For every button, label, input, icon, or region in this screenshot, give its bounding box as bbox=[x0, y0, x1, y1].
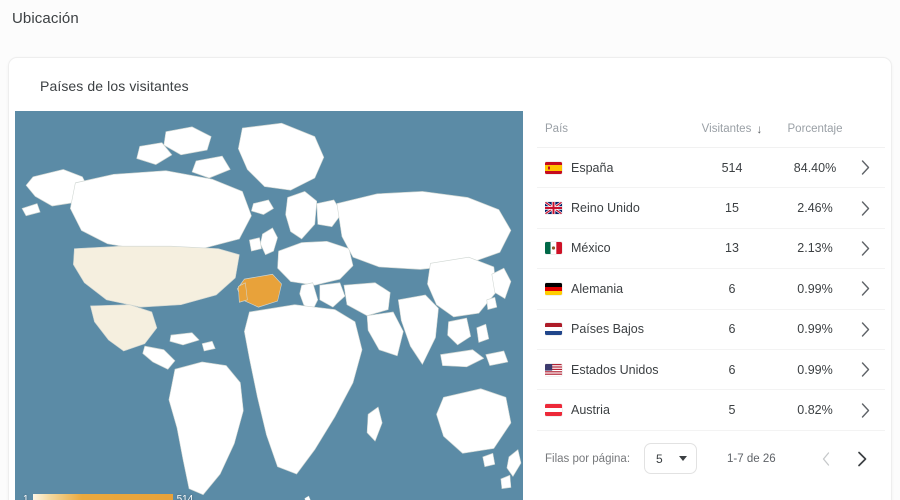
country-name: México bbox=[571, 241, 611, 256]
chevron-right-icon bbox=[861, 402, 870, 418]
world-map-svg bbox=[15, 111, 523, 500]
table-row[interactable]: Estados Unidos 6 0.99% bbox=[537, 350, 885, 391]
page-title: Ubicación bbox=[12, 10, 79, 27]
chevron-right-icon bbox=[861, 160, 870, 175]
map-legend: 1 514 bbox=[23, 494, 193, 500]
chevron-right-icon bbox=[861, 241, 870, 256]
location-page: Ubicación Países de los visitantes 1 514… bbox=[0, 0, 900, 500]
column-header-percentage[interactable]: Porcentaje bbox=[775, 123, 855, 135]
country-name: Austria bbox=[571, 403, 610, 418]
visitors-value: 6 bbox=[728, 362, 736, 377]
country-cell: Reino Unido bbox=[545, 201, 689, 215]
country-cell: México bbox=[545, 241, 689, 255]
sort-descending-icon: ↓ bbox=[756, 122, 763, 136]
world-map[interactable]: 1 514 bbox=[15, 111, 523, 500]
percentage-value: 84.40% bbox=[793, 160, 837, 175]
table-row[interactable]: México 13 2.13% bbox=[537, 229, 885, 270]
visitor-countries-card: Países de los visitantes 1 514 País Visi… bbox=[8, 57, 892, 500]
visitors-value: 5 bbox=[728, 403, 736, 418]
row-detail-link[interactable] bbox=[855, 402, 885, 418]
percentage-value: 0.99% bbox=[797, 281, 833, 296]
flag-us-icon bbox=[545, 363, 562, 376]
row-detail-link[interactable] bbox=[855, 160, 885, 175]
percentage-value: 0.99% bbox=[797, 362, 833, 377]
visitors-value: 6 bbox=[728, 322, 736, 337]
flag-de-icon bbox=[545, 282, 562, 295]
column-header-visitors-label: Visitantes bbox=[701, 123, 752, 135]
chevron-right-icon bbox=[861, 322, 870, 337]
row-detail-link[interactable] bbox=[855, 200, 885, 216]
country-cell: Estados Unidos bbox=[545, 363, 689, 377]
flag-es-icon bbox=[545, 161, 562, 174]
flag-mx-icon bbox=[545, 242, 562, 255]
rows-per-page-value: 5 bbox=[656, 451, 663, 466]
pagination-range-label: 1-7 de 26 bbox=[727, 452, 776, 465]
row-detail-link[interactable] bbox=[855, 241, 885, 256]
column-header-country[interactable]: País bbox=[545, 123, 689, 135]
chevron-right-icon bbox=[861, 200, 870, 216]
chevron-right-icon bbox=[861, 362, 870, 377]
previous-page-button[interactable] bbox=[812, 445, 840, 473]
row-detail-link[interactable] bbox=[855, 322, 885, 337]
country-name: Reino Unido bbox=[571, 201, 640, 216]
chevron-right-icon bbox=[857, 451, 866, 467]
percentage-value: 0.99% bbox=[797, 322, 833, 337]
flag-gb-icon bbox=[545, 202, 562, 215]
next-page-button[interactable] bbox=[848, 445, 876, 473]
card-title: Países de los visitantes bbox=[40, 78, 189, 94]
legend-min-label: 1 bbox=[23, 494, 29, 500]
percentage-value: 0.82% bbox=[797, 403, 833, 418]
chevron-right-icon bbox=[861, 281, 870, 297]
visitors-value: 6 bbox=[728, 281, 736, 296]
countries-table: País Visitantes ↓ Porcentaje España 514 … bbox=[537, 111, 885, 487]
column-header-visitors[interactable]: Visitantes ↓ bbox=[689, 123, 775, 135]
visitors-value: 514 bbox=[721, 160, 743, 175]
country-cell: España bbox=[545, 161, 689, 175]
visitors-value: 13 bbox=[725, 241, 739, 256]
country-cell: Alemania bbox=[545, 282, 689, 296]
country-name: España bbox=[571, 160, 614, 175]
country-cell: Países Bajos bbox=[545, 322, 689, 336]
percentage-value: 2.46% bbox=[797, 201, 833, 216]
row-detail-link[interactable] bbox=[855, 362, 885, 377]
country-name: Alemania bbox=[571, 281, 624, 296]
table-row[interactable]: Alemania 6 0.99% bbox=[537, 269, 885, 310]
flag-nl-icon bbox=[545, 323, 562, 336]
chevron-left-icon bbox=[822, 452, 829, 466]
legend-max-label: 514 bbox=[176, 494, 194, 500]
row-detail-link[interactable] bbox=[855, 281, 885, 297]
table-row[interactable]: Países Bajos 6 0.99% bbox=[537, 310, 885, 350]
country-name: Estados Unidos bbox=[571, 362, 659, 377]
table-row[interactable]: Reino Unido 15 2.46% bbox=[537, 188, 885, 229]
pagination-bar: Filas por página: 5 1-7 de 26 bbox=[537, 431, 885, 487]
country-name: Países Bajos bbox=[571, 322, 644, 337]
flag-at-icon bbox=[545, 404, 562, 417]
legend-gradient-bar bbox=[32, 494, 173, 500]
table-row[interactable]: Austria 5 0.82% bbox=[537, 390, 885, 431]
chevron-down-icon bbox=[679, 456, 688, 462]
country-cell: Austria bbox=[545, 403, 689, 417]
rows-per-page-select[interactable]: 5 bbox=[644, 443, 698, 475]
visitors-value: 15 bbox=[725, 201, 739, 216]
rows-per-page-label: Filas por página: bbox=[545, 452, 631, 465]
table-header-row: País Visitantes ↓ Porcentaje bbox=[537, 111, 885, 148]
percentage-value: 2.13% bbox=[797, 241, 833, 256]
table-row[interactable]: España 514 84.40% bbox=[537, 148, 885, 189]
